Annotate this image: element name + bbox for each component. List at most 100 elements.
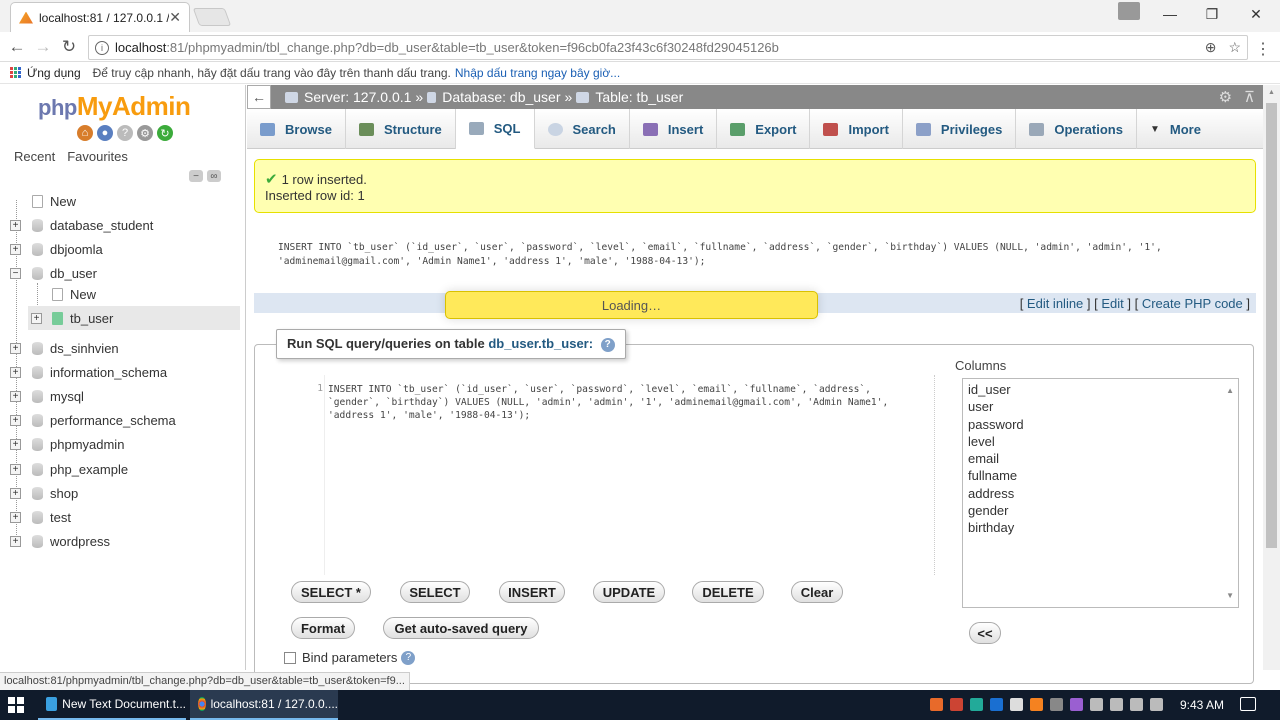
expand-icon[interactable]: +	[10, 487, 21, 499]
zoom-icon[interactable]: ⊕	[1205, 39, 1217, 56]
tree-item-phpmyadmin[interactable]: + phpmyadmin	[0, 432, 246, 456]
docs-icon[interactable]: ?	[117, 125, 133, 141]
column-option[interactable]: birthday	[968, 519, 1233, 536]
format-button[interactable]: Format	[291, 617, 355, 639]
create-php-code-link[interactable]: Create PHP code	[1142, 296, 1243, 311]
scrollbar-thumb[interactable]	[1266, 103, 1277, 548]
tray-app-icon[interactable]	[990, 698, 1003, 711]
browser-menu-icon[interactable]: ⋮	[1255, 39, 1271, 59]
tree-item-new[interactable]: New	[0, 189, 246, 213]
close-window-icon[interactable]: ✕	[1234, 0, 1278, 28]
tab-privileges[interactable]: Privileges	[903, 109, 1017, 149]
back-icon[interactable]: ←	[6, 36, 28, 58]
expand-icon[interactable]: +	[10, 511, 21, 523]
clear-button[interactable]: Clear	[791, 581, 843, 603]
get-autosaved-query-button[interactable]: Get auto-saved query	[383, 617, 539, 639]
tab-export[interactable]: Export	[717, 109, 811, 149]
info-icon[interactable]: i	[95, 40, 109, 55]
legend-table-link[interactable]: db_user.tb_user:	[488, 336, 593, 351]
tab-insert[interactable]: Insert	[630, 109, 718, 149]
tab-recent[interactable]: Recent	[14, 149, 55, 164]
expand-icon[interactable]: +	[10, 243, 21, 255]
breadcrumb-server[interactable]: Server: 127.0.0.1	[304, 89, 411, 105]
tree-item-test[interactable]: + test	[0, 505, 246, 529]
expand-icon[interactable]: +	[10, 219, 21, 231]
expand-icon[interactable]: +	[10, 463, 21, 475]
tree-item-performance-schema[interactable]: + performance_schema	[0, 408, 246, 432]
edit-inline-link[interactable]: Edit inline	[1027, 296, 1083, 311]
home-icon[interactable]: ⌂	[77, 125, 93, 141]
column-option[interactable]: fullname	[968, 467, 1233, 484]
tab-sql[interactable]: SQL	[455, 109, 535, 149]
column-option[interactable]: level	[968, 433, 1233, 450]
sql-code[interactable]: INSERT INTO `tb_user` (`id_user`, `user`…	[328, 383, 928, 422]
expand-icon[interactable]: +	[31, 312, 42, 324]
column-option[interactable]: email	[968, 450, 1233, 467]
restore-icon[interactable]: ❐	[1190, 0, 1234, 28]
column-option[interactable]: user	[968, 398, 1233, 415]
phpmyadmin-logo[interactable]: phpMyAdmin	[38, 91, 191, 122]
expand-icon[interactable]: +	[10, 390, 21, 402]
expand-icon[interactable]: +	[10, 414, 21, 426]
reload-nav-icon[interactable]: ↻	[157, 125, 173, 141]
tray-app-icon[interactable]	[930, 698, 943, 711]
reload-icon[interactable]: ↻	[58, 36, 80, 58]
link-with-main-icon[interactable]: ∞	[207, 170, 221, 182]
apps-icon[interactable]	[10, 67, 21, 78]
wifi-icon[interactable]	[1130, 698, 1143, 711]
column-option[interactable]: password	[968, 416, 1233, 433]
browser-tab[interactable]: localhost:81 / 127.0.0.1 / ✕	[10, 2, 190, 32]
battery-icon[interactable]	[1090, 698, 1103, 711]
collapse-icon[interactable]: −	[10, 267, 21, 279]
scroll-up-icon[interactable]: ▲	[1226, 382, 1234, 399]
settings-gear-icon[interactable]: ⚙	[137, 125, 153, 141]
collapse-top-icon[interactable]: ⊼	[1244, 88, 1255, 106]
column-option[interactable]: gender	[968, 502, 1233, 519]
tree-item-ds-sinhvien[interactable]: + ds_sinhvien	[0, 336, 246, 360]
tab-more[interactable]: ▼ More	[1137, 109, 1214, 149]
help-icon[interactable]: ?	[600, 337, 615, 352]
import-bookmarks-link[interactable]: Nhập dấu trang ngay bây giờ...	[455, 66, 620, 80]
column-option[interactable]: address	[968, 485, 1233, 502]
tray-app-icon[interactable]	[1050, 698, 1063, 711]
tray-app-icon[interactable]	[950, 698, 963, 711]
tree-item-php-example[interactable]: + php_example	[0, 457, 246, 481]
notifications-icon[interactable]	[1240, 697, 1256, 711]
insert-columns-button[interactable]: <<	[969, 622, 1001, 644]
edit-link[interactable]: Edit	[1101, 296, 1123, 311]
tree-item-shop[interactable]: + shop	[0, 481, 246, 505]
update-button[interactable]: UPDATE	[593, 581, 665, 603]
expand-icon[interactable]: +	[10, 438, 21, 450]
tree-item-tb-user[interactable]: + tb_user	[28, 306, 240, 330]
expand-icon[interactable]: +	[10, 535, 21, 547]
tree-item-mysql[interactable]: + mysql	[0, 384, 246, 408]
pen-icon[interactable]	[1070, 698, 1083, 711]
tree-item-database-student[interactable]: + database_student	[0, 213, 246, 237]
tab-search[interactable]: Search	[535, 109, 630, 149]
insert-button[interactable]: INSERT	[499, 581, 565, 603]
logout-icon[interactable]: ●	[97, 125, 113, 141]
new-tab-button[interactable]	[192, 8, 232, 26]
help-icon[interactable]: ?	[401, 650, 416, 665]
minimize-icon[interactable]: —	[1148, 0, 1192, 28]
page-scrollbar[interactable]: ▲	[1263, 85, 1280, 670]
taskbar-item-notepad[interactable]: New Text Document.t...	[38, 690, 186, 720]
bookmark-star-icon[interactable]: ☆	[1228, 39, 1241, 56]
scroll-down-icon[interactable]: ▼	[1226, 587, 1234, 604]
scroll-up-icon[interactable]: ▲	[1263, 89, 1280, 96]
tray-app-icon[interactable]	[970, 698, 983, 711]
sql-query-editor[interactable]: 1 INSERT INTO `tb_user` (`id_user`, `use…	[305, 375, 935, 575]
tab-operations[interactable]: Operations	[1016, 109, 1137, 149]
delete-button[interactable]: DELETE	[692, 581, 764, 603]
columns-listbox[interactable]: ▲ ▼ id_user user password level email fu…	[962, 378, 1239, 608]
close-tab-icon[interactable]: ✕	[169, 9, 181, 26]
tree-item-information-schema[interactable]: + information_schema	[0, 360, 246, 384]
forward-icon[interactable]: →	[32, 36, 54, 58]
tree-item-wordpress[interactable]: + wordpress	[0, 529, 246, 553]
tab-structure[interactable]: Structure	[346, 109, 456, 149]
tree-item-new-table[interactable]: New	[0, 282, 246, 306]
breadcrumb-table[interactable]: Table: tb_user	[595, 89, 683, 105]
select-button[interactable]: SELECT	[400, 581, 470, 603]
clock[interactable]: 9:43 AM	[1180, 698, 1224, 712]
select-star-button[interactable]: SELECT *	[291, 581, 371, 603]
